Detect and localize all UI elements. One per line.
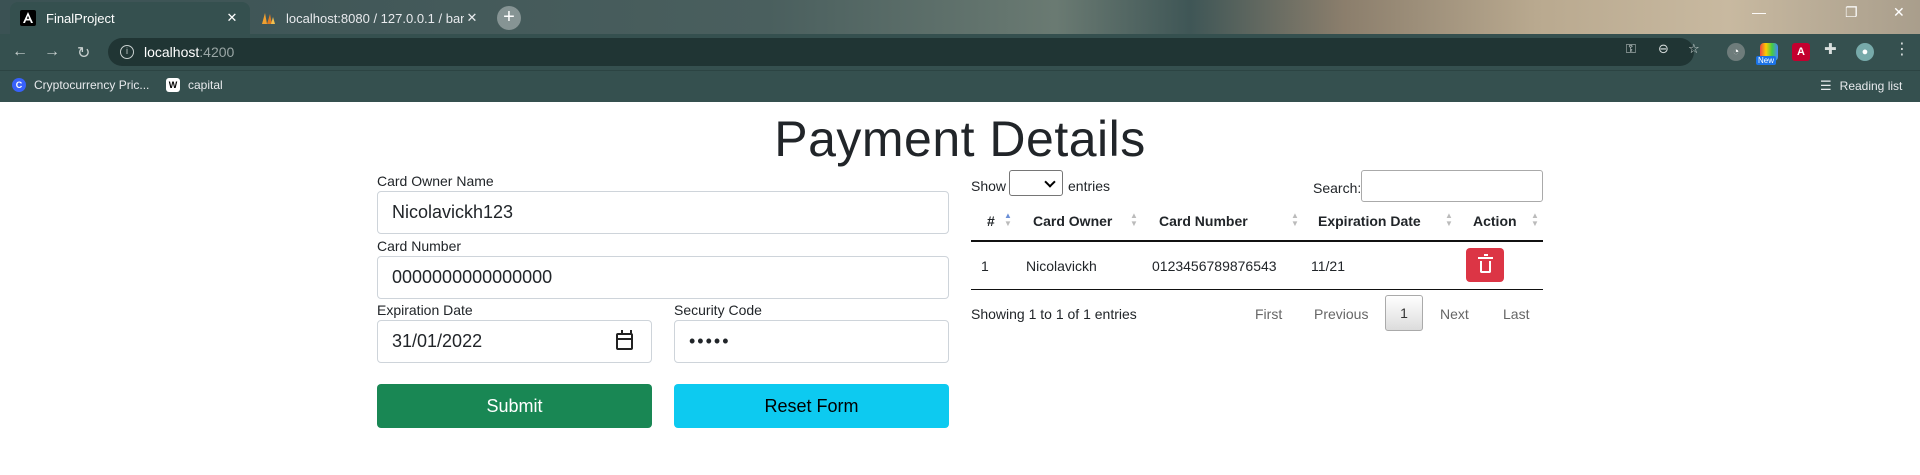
delete-button[interactable]	[1466, 248, 1504, 282]
phpmyadmin-icon	[260, 10, 276, 26]
reset-form-button[interactable]: Reset Form	[674, 384, 949, 428]
angular-devtools-icon[interactable]: A	[1792, 43, 1810, 61]
owner-label: Card Owner Name	[377, 173, 494, 189]
sort-icon: ▲ ▼	[1130, 211, 1138, 228]
column-header-id[interactable]: #	[987, 213, 995, 229]
sort-icon: ▲ ▼	[1531, 211, 1539, 228]
column-header-owner[interactable]: Card Owner	[1033, 213, 1112, 229]
expiration-date-input[interactable]: 31/01/2022	[377, 320, 652, 363]
bookmarks-bar: C Cryptocurrency Pric... W capital ☰ Rea…	[0, 70, 1920, 102]
tab-title: FinalProject	[46, 10, 115, 26]
address-port: :4200	[199, 44, 235, 60]
pagination-first[interactable]: First	[1255, 306, 1282, 322]
wikipedia-icon: W	[166, 78, 180, 92]
close-tab-icon[interactable]: ✕	[224, 10, 240, 26]
coinmarketcap-icon: C	[12, 78, 26, 92]
bookmark-star-icon[interactable]: ☆	[1688, 41, 1700, 57]
close-tab-icon[interactable]: ✕	[464, 10, 480, 26]
entries-label: entries	[1068, 178, 1111, 194]
show-label: Show	[971, 178, 1007, 194]
pagination-last[interactable]: Last	[1503, 306, 1529, 322]
column-header-action[interactable]: Action	[1473, 213, 1517, 229]
extension-gauge-icon[interactable]: ◔	[1727, 43, 1745, 61]
reload-icon[interactable]: ↻	[77, 43, 90, 63]
column-header-expiration[interactable]: Expiration Date	[1318, 213, 1421, 229]
address-bar[interactable]: i localhost:4200	[108, 38, 1694, 66]
table-info: Showing 1 to 1 of 1 entries	[971, 306, 1137, 322]
tab-phpmyadmin[interactable]: localhost:8080 / 127.0.0.1 / banl ✕	[250, 2, 490, 34]
back-arrow-icon[interactable]: ←	[12, 43, 28, 61]
key-icon[interactable]: ⚿	[1626, 41, 1636, 57]
menu-kebab-icon[interactable]: ⋮	[1894, 39, 1910, 59]
pagination-page-current[interactable]: 1	[1385, 295, 1423, 331]
column-header-number[interactable]: Card Number	[1159, 213, 1248, 229]
search-input[interactable]	[1361, 170, 1543, 202]
tab-finalproject[interactable]: FinalProject ✕	[10, 2, 250, 34]
bookmark-label: Cryptocurrency Pric...	[34, 78, 150, 92]
minimize-icon[interactable]: —	[1752, 4, 1766, 20]
sort-icon: ▲ ▼	[1445, 211, 1453, 228]
page-content: Payment Details	[0, 102, 1920, 475]
new-badge: New	[1756, 56, 1777, 65]
table-bottom-divider	[971, 289, 1543, 290]
new-tab-button[interactable]: +	[497, 6, 521, 30]
tab-title: localhost:8080 / 127.0.0.1 / banl	[286, 10, 464, 26]
card-number-label: Card Number	[377, 238, 462, 254]
calendar-icon[interactable]	[616, 330, 633, 350]
pagination-next[interactable]: Next	[1440, 306, 1469, 322]
cell-id: 1	[981, 258, 989, 274]
browser-tab-bar: FinalProject ✕ localhost:8080 / 127.0.0.…	[0, 0, 1920, 34]
expiration-label: Expiration Date	[377, 302, 473, 318]
sort-icon: ▲ ▼	[1291, 211, 1299, 228]
pagination-previous[interactable]: Previous	[1314, 306, 1368, 322]
security-code-label: Security Code	[674, 302, 762, 318]
submit-button[interactable]: Submit	[377, 384, 652, 428]
reading-list-label: Reading list	[1839, 79, 1903, 93]
table-header-divider	[971, 240, 1543, 242]
browser-toolbar: ← → ↻ i localhost:4200 ⚿ ⊖ ☆ ◔ New A ✚ ●…	[0, 34, 1920, 70]
forward-arrow-icon[interactable]: →	[44, 43, 60, 61]
bookmark-label: capital	[188, 78, 223, 92]
cell-owner: Nicolavickh	[1026, 258, 1097, 274]
address-host: localhost	[144, 44, 200, 60]
reading-list[interactable]: ☰ Reading list	[1820, 78, 1902, 94]
sort-icon: ▲ ▼	[1004, 211, 1012, 228]
trash-icon	[1477, 253, 1493, 273]
close-window-icon[interactable]: ✕	[1893, 4, 1905, 21]
bookmark-cryptocurrency[interactable]: C Cryptocurrency Pric...	[12, 78, 149, 92]
expiration-date-value: 31/01/2022	[392, 331, 483, 351]
security-code-input[interactable]: •••••	[674, 320, 949, 363]
angular-logo-icon	[20, 10, 36, 26]
card-number-input[interactable]: 0000000000000000	[377, 256, 949, 299]
bookmark-capital[interactable]: W capital	[166, 78, 223, 92]
reading-list-icon: ☰	[1820, 78, 1832, 93]
profile-avatar[interactable]: ●	[1856, 43, 1874, 61]
site-info-icon[interactable]: i	[120, 45, 134, 59]
puzzle-icon[interactable]: ✚	[1824, 40, 1837, 58]
cell-expiration: 11/21	[1311, 258, 1345, 274]
cell-card-number: 0123456789876543	[1152, 258, 1277, 274]
page-title: Payment Details	[774, 111, 1146, 167]
entries-length-select[interactable]	[1009, 170, 1063, 196]
zoom-icon[interactable]: ⊖	[1658, 41, 1669, 57]
search-label: Search:	[1313, 180, 1362, 196]
owner-input[interactable]: Nicolavickh123	[377, 191, 949, 234]
restore-icon[interactable]: ❐	[1845, 4, 1858, 21]
